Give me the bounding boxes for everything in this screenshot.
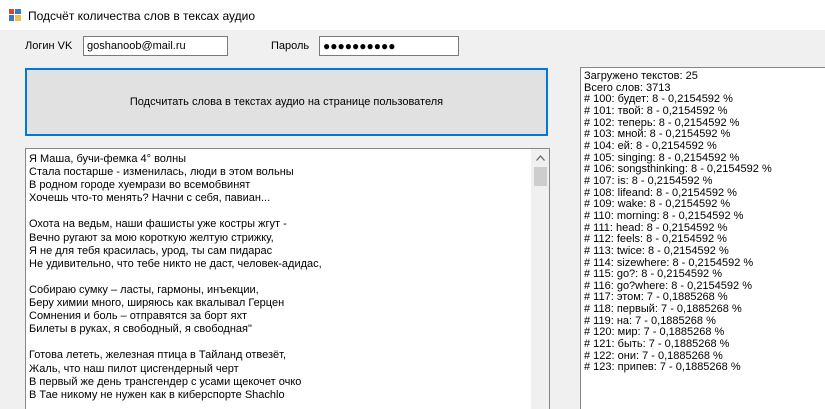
stats-textarea[interactable]: Загружено текстов: 25 Всего слов: 3713 # 1… bbox=[580, 67, 825, 409]
lyrics-line: Сомнения и боль – отправятся за борт яхт bbox=[29, 310, 247, 323]
lyrics-line bbox=[29, 205, 529, 218]
password-input[interactable]: ●●●●●●●●●● bbox=[319, 36, 459, 56]
lyrics-line: В Тае никому не нужен как в киберспорте … bbox=[29, 388, 285, 401]
app-icon bbox=[8, 8, 22, 22]
lyrics-line: Собираю сумку – ласты, гармоны, инъекции… bbox=[29, 283, 259, 296]
password-label: Пароль bbox=[271, 40, 310, 52]
stats-line: # 101: твой: 8 - 0,2154592 % bbox=[584, 104, 728, 117]
stats-list: Загружено текстов: 25 Всего слов: 3713 # 1… bbox=[584, 70, 772, 374]
title-bar: Подсчёт количества слов в тексах аудио bbox=[0, 0, 825, 30]
lyrics-line: Охота на ведьм, наши фашисты уже костры … bbox=[29, 218, 287, 231]
lyrics-line: Хочешь что-то менять? Начни с себя, пави… bbox=[29, 192, 271, 205]
stats-line: # 113: twice: 8 - 0,2154592 % bbox=[584, 244, 729, 257]
window-title: Подсчёт количества слов в тексах аудио bbox=[28, 9, 256, 23]
lyrics-textarea[interactable]: Я Маша, бучи-фемка 4° волны Стала постарш… bbox=[25, 148, 550, 409]
lyrics-line bbox=[29, 336, 529, 349]
lyrics-scrollbar[interactable] bbox=[531, 149, 549, 409]
stats-line: # 104: ей: 8 - 0,2154592 % bbox=[584, 139, 717, 152]
scroll-thumb[interactable] bbox=[534, 167, 547, 186]
lyrics-line: Готова лететь, железная птица в Тайланд … bbox=[29, 349, 287, 362]
stats-line: # 123: припев: 7 - 0,1885268 % bbox=[584, 361, 741, 374]
lyrics-line: Не удивительно, что тебе никто не даст, … bbox=[29, 257, 322, 270]
lyrics-line: Вечно ругают за мою короткую желтую стри… bbox=[29, 231, 274, 244]
count-words-button-label: Подсчитать слова в текстах аудио на стра… bbox=[129, 96, 444, 108]
lyrics-line bbox=[29, 271, 529, 284]
login-input[interactable]: goshanoob@mail.ru bbox=[83, 36, 228, 56]
lyrics-line: В первый же день трансгендер с усами щек… bbox=[29, 375, 302, 388]
count-words-button[interactable]: Подсчитать слова в текстах аудио на стра… bbox=[25, 68, 548, 136]
lyrics-line: Билеты в руках, я свободный, я свободная… bbox=[29, 323, 252, 336]
login-label: Логин VK bbox=[25, 40, 73, 52]
stats-line: # 110: morning: 8 - 0,2154592 % bbox=[584, 209, 744, 222]
lyrics-text: Я Маша, бучи-фемка 4° волны Стала постарш… bbox=[29, 153, 529, 402]
lyrics-line: Жаль, что наш пилот цисгендерный черт bbox=[29, 362, 239, 375]
lyrics-line: Я Маша, бучи-фемка 4° волны bbox=[29, 153, 187, 165]
stats-line: # 121: быть: 7 - 0,1885268 % bbox=[584, 338, 730, 351]
lyrics-line: Стала постарше - изменилась, люди в этом… bbox=[29, 166, 294, 179]
lyrics-line: Беру химии много, ширяюсь как вкалывал Г… bbox=[29, 297, 285, 310]
lyrics-line: В родном городе хуемрази во всемобвинят bbox=[29, 179, 251, 192]
stats-line: # 107: is: 8 - 0,2154592 % bbox=[584, 174, 713, 187]
lyrics-line: Я не для тебя красилась, урод, ты сам пи… bbox=[29, 244, 273, 257]
scroll-up-icon[interactable] bbox=[532, 149, 549, 166]
stats-line: Загружено текстов: 25 bbox=[584, 70, 698, 82]
